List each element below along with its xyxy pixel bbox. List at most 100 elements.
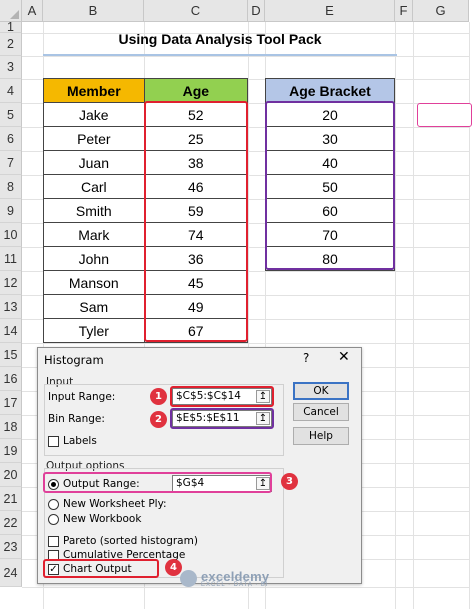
row-number: 6 [7,132,14,146]
row-header-18[interactable]: 18 [0,415,22,439]
row-header-10[interactable]: 10 [0,223,22,247]
row-number: 5 [7,108,14,122]
member-cell[interactable]: Sam [43,294,145,319]
row-header-13[interactable]: 13 [0,295,22,319]
pareto-label: Pareto (sorted histogram) [63,535,198,547]
histogram-dialog: Histogram ? ✕ Input Input Range: $C$5:$C… [37,347,362,584]
pareto-checkbox[interactable] [48,536,59,547]
member-cell[interactable]: Manson [43,270,145,295]
row-header-24[interactable]: 24 [0,559,22,587]
bin-range-highlight [265,101,395,270]
help-question-icon[interactable]: ? [303,351,309,365]
labels-label: Labels [63,435,97,447]
close-icon[interactable]: ✕ [338,349,350,365]
sheet-title: Using Data Analysis Tool Pack [118,31,322,47]
row-header-6[interactable]: 6 [0,127,22,151]
member-cell[interactable]: John [43,246,145,271]
row-number: 14 [3,324,18,338]
gridline [22,343,469,344]
member-cell[interactable]: Juan [43,150,145,175]
select-all-corner[interactable] [0,0,22,22]
row-number: 4 [7,84,14,98]
row-number: 11 [4,252,17,266]
member-cell[interactable]: Carl [43,174,145,199]
exceldemy-logo-icon [180,570,197,587]
row-header-5[interactable]: 5 [0,103,22,127]
row-header-21[interactable]: 21 [0,487,22,511]
member-cell[interactable]: Mark [43,222,145,247]
bin-range-label: Bin Range: [48,413,105,425]
gridline [22,56,469,57]
row-number: 22 [3,516,18,530]
column-header-d[interactable]: D [248,0,265,22]
row-header-12[interactable]: 12 [0,271,22,295]
row-header-22[interactable]: 22 [0,511,22,535]
row-header-14[interactable]: 14 [0,319,22,343]
header-age-bracket[interactable]: Age Bracket [265,78,395,103]
header-member[interactable]: Member [43,78,145,103]
row-number: 1 [7,20,14,34]
new-worksheet-ply-label: New Worksheet Ply: [63,498,167,510]
member-cell[interactable]: Jake [43,102,145,127]
row-header-23[interactable]: 23 [0,535,22,559]
output-range-highlight [43,472,272,493]
row-number: 3 [7,60,14,74]
column-header-f[interactable]: F [395,0,413,22]
row-number: 10 [3,228,18,242]
row-number: 24 [3,566,18,580]
row-header-20[interactable]: 20 [0,463,22,487]
row-header-7[interactable]: 7 [0,151,22,175]
column-header-c[interactable]: C [144,0,248,22]
row-number: 8 [7,180,14,194]
member-cell[interactable]: Smith [43,198,145,223]
row-number: 20 [3,468,18,482]
column-header-a[interactable]: A [22,0,43,22]
row-header-1[interactable]: 1 [0,20,22,34]
column-header-b[interactable]: B [43,0,144,22]
row-header-17[interactable]: 17 [0,391,22,415]
row-number: 7 [7,156,14,170]
column-header-g[interactable]: G [413,0,469,22]
column-header-e[interactable]: E [265,0,395,22]
age-range-highlight [144,101,248,342]
row-header-3[interactable]: 3 [0,56,22,79]
gridline [413,22,414,609]
chart-output-highlight [43,559,159,578]
row-number: 9 [7,204,14,218]
watermark-tag: EXCEL · DATA · BI [201,582,269,588]
row-header-19[interactable]: 19 [0,439,22,463]
row-header-9[interactable]: 9 [0,199,22,223]
title-underline [43,54,397,56]
row-header-2[interactable]: 2 [0,33,22,56]
row-header-4[interactable]: 4 [0,79,22,103]
row-number: 18 [3,420,18,434]
row-number: 19 [3,444,18,458]
row-number: 13 [3,300,18,314]
row-number: 12 [3,276,18,290]
step-badge-3: 3 [281,473,298,490]
gridline [395,22,396,609]
row-header-8[interactable]: 8 [0,175,22,199]
new-worksheet-ply-radio[interactable] [48,499,59,510]
row-number: 15 [3,348,18,362]
labels-checkbox[interactable] [48,436,59,447]
header-age[interactable]: Age [143,78,249,103]
row-number: 23 [3,540,18,554]
output-cell-g4-highlight[interactable] [417,103,472,127]
step-badge-2: 2 [150,411,167,428]
ok-button[interactable]: OK [293,382,349,400]
row-header-11[interactable]: 11 [0,247,22,271]
input-range-label: Input Range: [48,391,116,403]
input-range-highlight [170,386,274,407]
member-cell[interactable]: Peter [43,126,145,151]
row-number: 17 [3,396,18,410]
row-header-16[interactable]: 16 [0,367,22,391]
member-cell[interactable]: Tyler [43,318,145,343]
new-workbook-radio[interactable] [48,514,59,525]
cancel-button[interactable]: Cancel [293,403,349,421]
help-button[interactable]: Help [293,427,349,445]
exceldemy-watermark: exceldemy EXCEL · DATA · BI [180,569,269,588]
row-header-15[interactable]: 15 [0,343,22,367]
dialog-title: Histogram [44,353,104,367]
step-badge-1: 1 [150,388,167,405]
